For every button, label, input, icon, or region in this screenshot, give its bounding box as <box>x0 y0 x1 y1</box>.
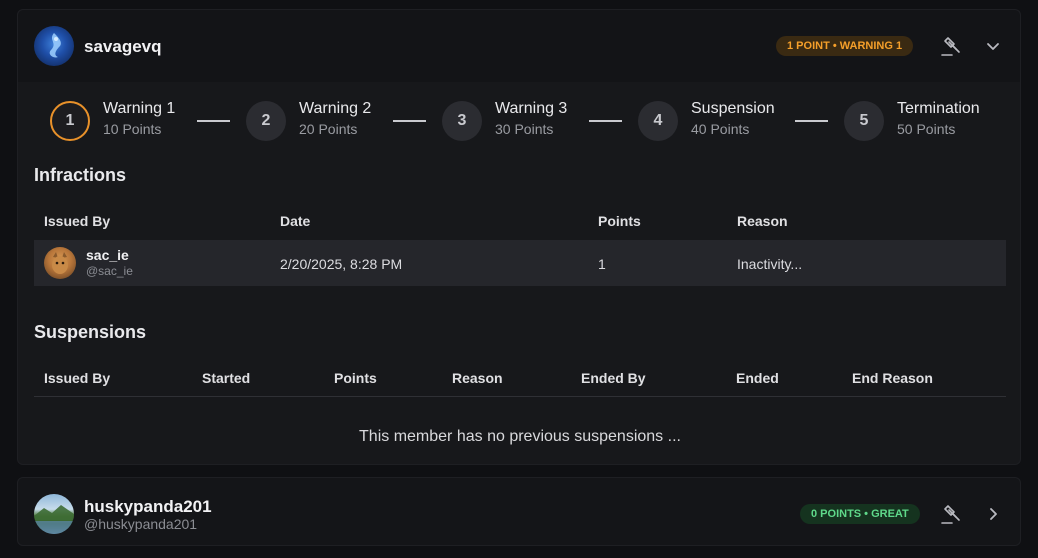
table-row[interactable]: sac_ie @sac_ie 2/20/2025, 8:28 PM 1 Inac… <box>34 240 1006 286</box>
step-title-4: Suspension <box>691 100 775 117</box>
status-badge: 0 POINTS • GREAT <box>800 504 920 524</box>
infraction-date: 2/20/2025, 8:28 PM <box>280 256 403 272</box>
step-points-3: 30 Points <box>495 121 554 137</box>
step-circle-5: 5 <box>844 101 884 141</box>
step-title-1: Warning 1 <box>103 100 176 117</box>
table-divider <box>34 396 1006 397</box>
suspensions-title: Suspensions <box>34 322 147 342</box>
member-card-header[interactable]: savagevq 1 POINT • WARNING 1 <box>18 10 1020 82</box>
step-title-3: Warning 3 <box>495 100 568 117</box>
column-header-started: Started <box>202 370 251 386</box>
step-connector <box>795 120 828 122</box>
step-circle-2: 2 <box>246 101 286 141</box>
column-header-reason: Reason <box>452 370 503 386</box>
column-header-points: Points <box>334 370 377 386</box>
avatar <box>34 494 74 534</box>
step-circle-1: 1 <box>50 101 90 141</box>
step-connector <box>589 120 622 122</box>
username: savagevq <box>84 37 162 56</box>
issuer-handle: @sac_ie <box>86 264 133 278</box>
step-points-4: 40 Points <box>691 121 750 137</box>
step-points-1: 10 Points <box>103 121 162 137</box>
avatar <box>44 247 76 279</box>
user-handle: @huskypanda201 <box>84 516 198 532</box>
column-header-ended-by: Ended By <box>581 370 646 386</box>
column-header-issued-by: Issued By <box>44 370 111 386</box>
gavel-icon[interactable] <box>938 501 964 527</box>
chevron-down-icon[interactable] <box>980 33 1006 59</box>
gavel-icon[interactable] <box>938 33 964 59</box>
step-connector <box>197 120 230 122</box>
step-connector <box>393 120 426 122</box>
member-card-huskypanda201[interactable]: huskypanda201 @huskypanda201 0 POINTS • … <box>17 477 1021 546</box>
step-circle-4: 4 <box>638 101 678 141</box>
column-header-date: Date <box>280 213 311 229</box>
step-circle-3: 3 <box>442 101 482 141</box>
infraction-points: 1 <box>598 256 606 272</box>
column-header-issued-by: Issued By <box>44 213 111 229</box>
step-title-2: Warning 2 <box>299 100 372 117</box>
member-card-savagevq: savagevq 1 POINT • WARNING 1 1 Warning 1… <box>17 9 1021 465</box>
column-header-end-reason: End Reason <box>852 370 933 386</box>
username: huskypanda201 <box>84 497 212 516</box>
step-points-2: 20 Points <box>299 121 358 137</box>
column-header-reason: Reason <box>737 213 788 229</box>
infraction-reason: Inactivity... <box>737 256 803 272</box>
step-points-5: 50 Points <box>897 121 956 137</box>
chevron-right-icon[interactable] <box>980 501 1006 527</box>
column-header-points: Points <box>598 213 641 229</box>
issuer-name: sac_ie <box>86 247 129 263</box>
status-badge: 1 POINT • WARNING 1 <box>776 36 914 56</box>
avatar <box>34 26 74 66</box>
step-title-5: Termination <box>897 100 980 117</box>
column-header-ended: Ended <box>736 370 779 386</box>
empty-state-message: This member has no previous suspensions … <box>359 428 681 445</box>
infractions-title: Infractions <box>34 165 127 185</box>
